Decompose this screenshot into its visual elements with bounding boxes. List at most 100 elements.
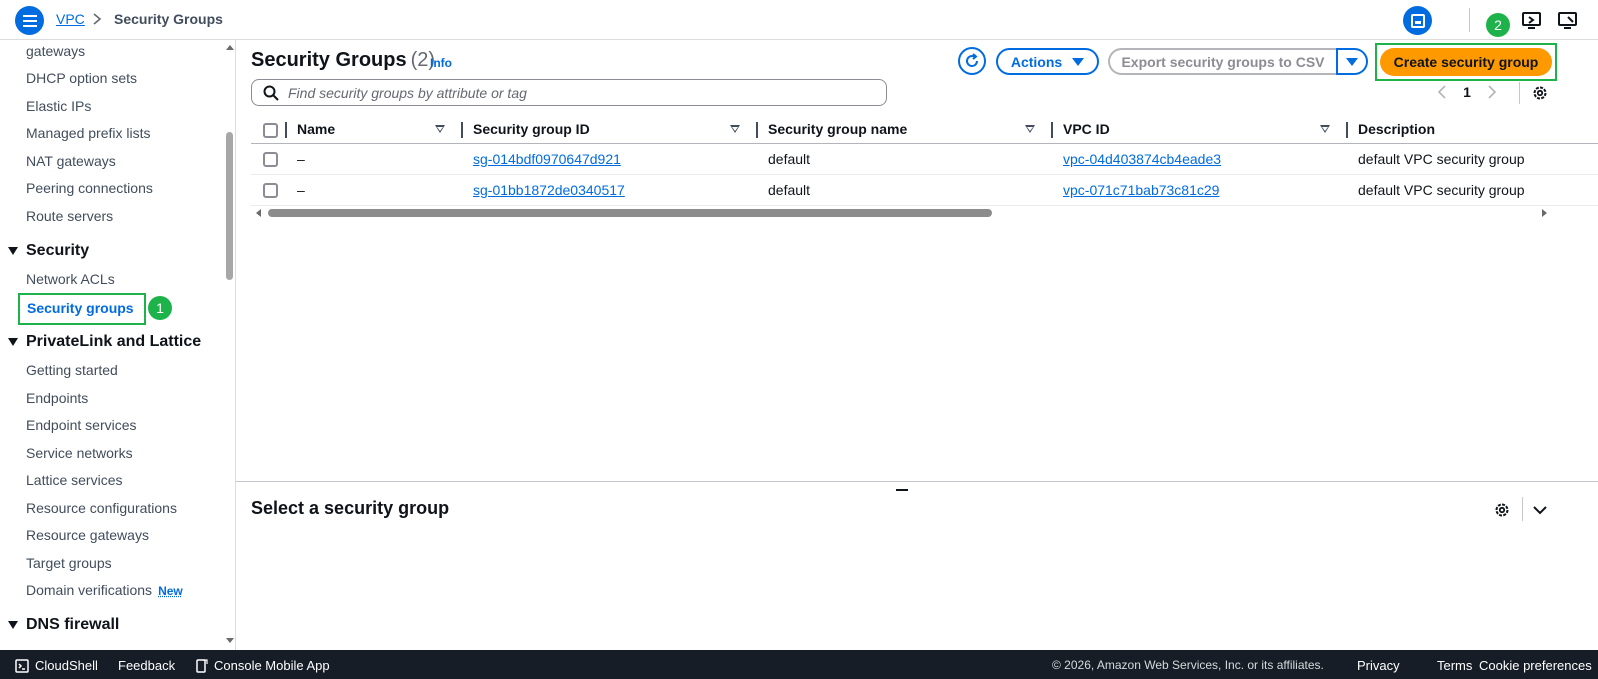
vpc-id-link[interactable]: vpc-04d403874cb4eade3 — [1063, 151, 1221, 167]
sidebar-item-peering-connections[interactable]: Peering connections — [26, 180, 153, 196]
select-all-header[interactable] — [251, 116, 287, 144]
scroll-up-arrow-icon[interactable] — [226, 45, 234, 50]
sort-icon[interactable] — [435, 125, 445, 133]
table-row[interactable]: – sg-014bdf0970647d921 default vpc-04d40… — [251, 143, 1598, 175]
scroll-left-arrow-icon[interactable] — [256, 209, 261, 217]
chevron-left-icon[interactable] — [1432, 82, 1452, 102]
select-all-checkbox[interactable] — [263, 122, 278, 138]
terms-link[interactable]: Terms — [1437, 658, 1472, 673]
description-cell: default VPC security group — [1348, 143, 1598, 175]
settings-gear-icon[interactable] — [1531, 84, 1549, 102]
sg-id-link[interactable]: sg-01bb1872de0340517 — [473, 182, 625, 198]
breadcrumb-vpc-link[interactable]: VPC — [56, 11, 85, 27]
sidebar-item-managed-prefix-lists[interactable]: Managed prefix lists — [26, 125, 151, 141]
column-label: Name — [297, 121, 336, 138]
sidebar-item-dhcp-option-sets[interactable]: DHCP option sets — [26, 70, 137, 86]
sidebar-item-target-groups[interactable]: Target groups — [26, 555, 112, 571]
menu-icon[interactable] — [15, 6, 44, 35]
terminal-icon — [15, 658, 29, 673]
search-input[interactable] — [288, 83, 868, 102]
display-icon[interactable] — [1553, 6, 1582, 35]
chevron-right-icon — [93, 13, 102, 25]
actions-label: Actions — [1010, 53, 1063, 70]
export-csv-button[interactable]: Export security groups to CSV — [1108, 48, 1336, 75]
sort-icon[interactable] — [730, 125, 740, 133]
scroll-down-arrow-icon[interactable] — [226, 638, 234, 643]
sidebar-item-security-groups[interactable]: Security groups — [18, 293, 146, 325]
sidebar-item-getting-started[interactable]: Getting started — [26, 362, 118, 378]
sidebar-item-endpoints[interactable]: Endpoints — [26, 390, 88, 406]
feedback-link[interactable]: Feedback — [118, 658, 175, 673]
scroll-right-arrow-icon[interactable] — [1542, 209, 1547, 217]
row-checkbox[interactable] — [263, 151, 278, 167]
caret-down-icon — [8, 247, 18, 255]
layout-panel-icon[interactable] — [1403, 6, 1432, 35]
console-footer: CloudShell Feedback Console Mobile App ©… — [0, 650, 1598, 679]
sg-name-cell: default — [758, 143, 1053, 175]
cookie-preferences-link[interactable]: Cookie preferences — [1479, 658, 1592, 673]
settings-gear-icon[interactable] — [1493, 501, 1511, 519]
sidebar-item-elastic-ips[interactable]: Elastic IPs — [26, 98, 91, 114]
annotation-badge-1: 1 — [148, 296, 172, 320]
breadcrumb-current: Security Groups — [114, 11, 223, 27]
sort-icon[interactable] — [1025, 125, 1035, 133]
refresh-button[interactable] — [958, 47, 986, 75]
column-label: Security group ID — [473, 121, 590, 138]
chevron-right-icon[interactable] — [1482, 82, 1502, 102]
row-select-cell[interactable] — [251, 174, 287, 206]
sg-id-cell: sg-014bdf0970647d921 — [463, 143, 758, 175]
table-row[interactable]: – sg-01bb1872de0340517 default vpc-071c7… — [251, 174, 1598, 206]
info-link[interactable]: Info — [430, 56, 452, 70]
sidebar-item-route-servers[interactable]: Route servers — [26, 208, 113, 224]
table-horizontal-scrollbar[interactable] — [268, 209, 992, 217]
refresh-icon — [966, 53, 979, 67]
column-header-vpc-id[interactable]: VPC ID — [1053, 116, 1348, 144]
sidebar-section-label: DNS firewall — [26, 616, 120, 633]
sidebar-section-security[interactable]: Security — [8, 242, 89, 260]
cloudshell-button[interactable]: CloudShell — [15, 658, 98, 673]
page-number[interactable]: 1 — [1452, 84, 1482, 100]
sidebar-scrollbar-thumb[interactable] — [226, 132, 233, 280]
sidebar-item-lattice-services[interactable]: Lattice services — [26, 472, 122, 488]
sg-id-link[interactable]: sg-014bdf0970647d921 — [473, 151, 621, 167]
split-panel-divider-line — [1522, 497, 1523, 521]
sidebar-item-domain-verifications[interactable]: Domain verifications New — [26, 582, 183, 598]
sort-icon[interactable] — [1320, 125, 1330, 133]
row-checkbox[interactable] — [263, 182, 278, 198]
column-header-sg-id[interactable]: Security group ID — [463, 116, 758, 144]
top-divider — [1469, 8, 1470, 32]
sidebar-item-endpoint-services[interactable]: Endpoint services — [26, 417, 137, 433]
column-header-description[interactable]: Description — [1348, 116, 1598, 144]
caret-down-icon — [1346, 57, 1358, 66]
search-field[interactable] — [251, 79, 887, 106]
vpc-id-cell: vpc-04d403874cb4eade3 — [1053, 143, 1348, 175]
mobile-app-link[interactable]: Console Mobile App — [196, 658, 330, 673]
resize-handle-icon[interactable] — [896, 489, 908, 491]
create-security-group-button[interactable]: Create security group — [1380, 48, 1552, 76]
split-panel-title: Select a security group — [251, 498, 450, 518]
sidebar-section-dns-firewall[interactable]: DNS firewall — [8, 616, 119, 634]
actions-dropdown-button[interactable]: Actions — [996, 48, 1099, 75]
export-label: Export security groups to CSV — [1121, 53, 1325, 70]
column-label: Security group name — [768, 121, 908, 138]
sidebar-item-gateways[interactable]: gateways — [26, 43, 85, 59]
column-label: Description — [1358, 121, 1436, 138]
new-badge: New — [158, 584, 183, 598]
sidebar-item-network-acls[interactable]: Network ACLs — [26, 271, 115, 287]
privacy-link[interactable]: Privacy — [1357, 658, 1400, 673]
column-header-name[interactable]: Name — [287, 116, 463, 144]
chevron-down-icon[interactable] — [1532, 502, 1548, 518]
screen-share-icon[interactable] — [1517, 6, 1546, 35]
sidebar-item-resource-configurations[interactable]: Resource configurations — [26, 500, 177, 516]
vpc-id-link[interactable]: vpc-071c71bab73c81c29 — [1063, 182, 1219, 198]
sidebar-section-privatelink[interactable]: PrivateLink and Lattice — [8, 333, 201, 351]
column-header-sg-name[interactable]: Security group name — [758, 116, 1053, 144]
page-title: Security Groups (2) — [251, 49, 435, 72]
caret-down-icon — [8, 338, 18, 346]
copyright-text: © 2026, Amazon Web Services, Inc. or its… — [1052, 658, 1324, 672]
sidebar-item-resource-gateways[interactable]: Resource gateways — [26, 527, 149, 543]
row-select-cell[interactable] — [251, 143, 287, 175]
sidebar-item-service-networks[interactable]: Service networks — [26, 445, 133, 461]
sidebar-item-nat-gateways[interactable]: NAT gateways — [26, 153, 116, 169]
export-dropdown-button[interactable] — [1336, 48, 1368, 75]
